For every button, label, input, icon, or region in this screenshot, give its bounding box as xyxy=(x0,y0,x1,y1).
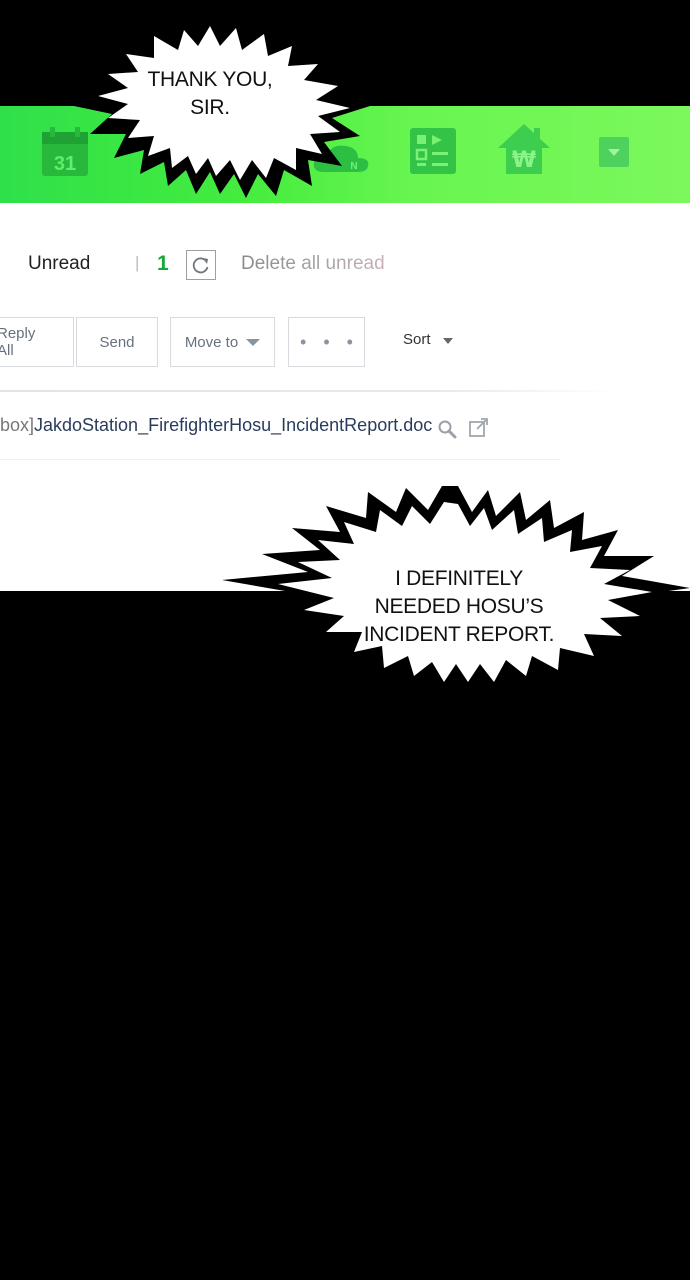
bubble-line: INCIDENT REPORT. xyxy=(363,623,555,646)
bubble-line: NEEDED HOSU’S xyxy=(374,595,544,618)
search-icon[interactable] xyxy=(437,419,457,444)
attachment-filename[interactable]: JakdoStation_FirefighterHosu_IncidentRep… xyxy=(34,415,432,436)
send-button[interactable]: Send xyxy=(76,317,158,367)
svg-text:₩: ₩ xyxy=(512,148,536,173)
bubble-line: THANK YOU, xyxy=(147,68,273,91)
speech-bubble-top: THANK YOU, SIR. xyxy=(50,10,380,200)
more-button[interactable]: • • • xyxy=(288,317,365,367)
unread-label[interactable]: Unread xyxy=(28,253,90,275)
home-payment-icon[interactable]: ₩ xyxy=(496,122,552,176)
row-divider xyxy=(0,459,560,460)
chevron-down-icon xyxy=(246,338,261,346)
separator: | xyxy=(135,253,140,272)
speech-bubble-bottom: I DEFINITELY NEEDED HOSU’S INCIDENT REPO… xyxy=(222,484,690,698)
refresh-button[interactable] xyxy=(186,250,216,280)
chevron-down-icon xyxy=(442,338,453,344)
bubble-line: SIR. xyxy=(190,96,230,119)
divider xyxy=(0,390,620,392)
unread-count: 1 xyxy=(157,252,169,275)
survey-icon[interactable] xyxy=(408,126,458,176)
reply-all-button[interactable]: Reply All xyxy=(0,317,74,367)
refresh-icon xyxy=(192,257,209,274)
move-to-button[interactable]: Move to xyxy=(170,317,275,367)
comic-panel: 31 N ₩ Unread | 1 Delete all unread Repl… xyxy=(0,0,690,1280)
open-external-icon[interactable] xyxy=(468,416,490,443)
folder-prefix: box] xyxy=(0,415,35,435)
dropdown-icon[interactable] xyxy=(599,137,631,169)
sort-dropdown[interactable]: Sort xyxy=(403,331,453,348)
delete-all-unread-link[interactable]: Delete all unread xyxy=(241,253,385,275)
unread-bar: Unread | 1 Delete all unread xyxy=(0,203,690,323)
bubble-line: I DEFINITELY xyxy=(395,567,523,590)
attachment-row[interactable]: box] JakdoStation_FirefighterHosu_Incide… xyxy=(0,403,690,463)
more-dots-icon: • • • xyxy=(300,331,359,352)
